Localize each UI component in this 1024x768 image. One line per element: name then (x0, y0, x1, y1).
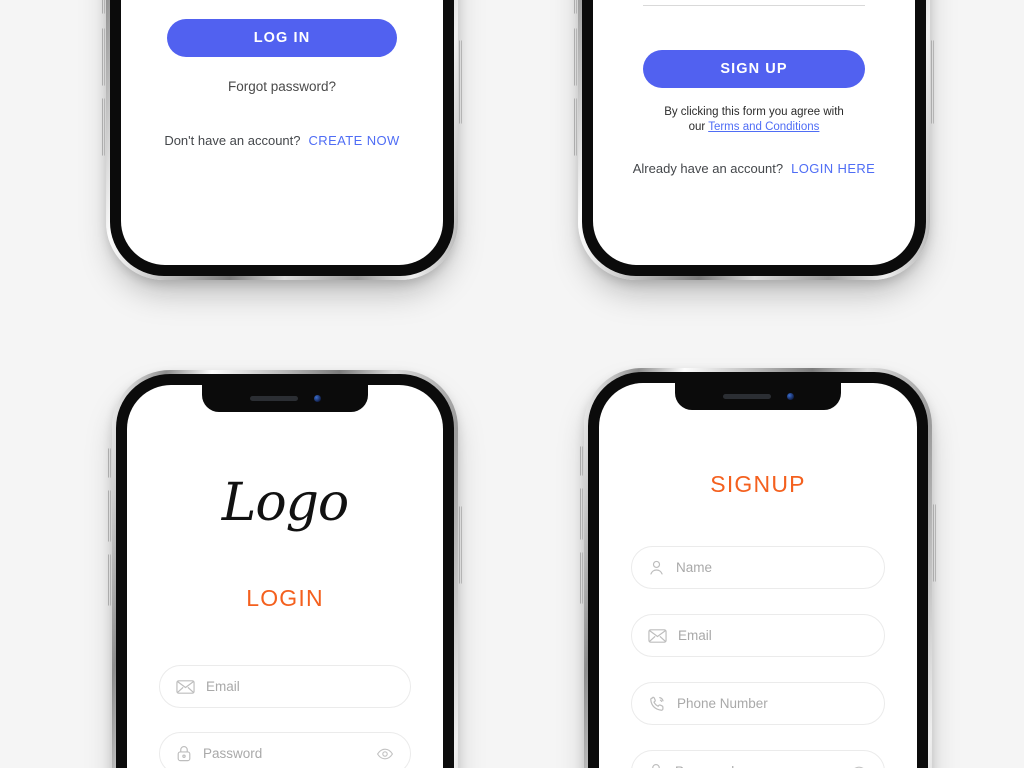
speaker-grille-icon (722, 394, 771, 399)
phone-notch (675, 383, 841, 410)
create-account-prompt: Don't have an account? CREATE NOW (153, 133, 411, 148)
signup-bottom-content: Password SIGN UP By clicking this form y… (593, 0, 915, 265)
phone-bottom-right-signup: SIGNUP Name Email Phone Number (580, 368, 936, 768)
email-placeholder: Email (678, 628, 712, 643)
password-placeholder: Password (203, 746, 263, 761)
forgot-password-link[interactable]: Forgot password? (153, 79, 411, 94)
login-prompt-question: Already have an account? (632, 161, 784, 177)
eye-icon[interactable] (376, 748, 394, 760)
phone-field[interactable]: Phone Number (631, 682, 885, 725)
front-camera-icon (786, 393, 794, 400)
envelope-icon (176, 679, 195, 694)
phone-top-right-signup: Password SIGN UP By clicking this form y… (574, 0, 934, 280)
login-bottom-content: LOG IN Forgot password? Don't have an ac… (121, 0, 443, 265)
phone-bezel: SIGNUP Name Email Phone Number (588, 372, 928, 768)
email-placeholder: Email (206, 679, 240, 694)
login-top-content: Logo LOGIN Email Password (127, 385, 443, 768)
phone-bottom-left-login: Logo LOGIN Email Password (108, 370, 462, 768)
lock-icon (648, 763, 664, 768)
phone-bezel: Logo LOGIN Email Password (116, 374, 454, 768)
terms-notice: By clicking this form you agree with our… (625, 105, 883, 135)
speaker-grille-icon (249, 396, 298, 401)
phone-bezel: Password SIGN UP By clicking this form y… (582, 0, 926, 276)
envelope-icon (648, 628, 667, 643)
phone-screen: SIGNUP Name Email Phone Number (599, 383, 917, 768)
terms-and-conditions-link[interactable]: Terms and Conditions (708, 121, 819, 133)
terms-line-2: our Terms and Conditions (625, 120, 883, 135)
signup-top-content: SIGNUP Name Email Phone Number (599, 383, 917, 768)
create-account-question: Don't have an account? (164, 133, 301, 148)
person-icon (648, 559, 665, 576)
signup-form: Name Email Phone Number (631, 546, 885, 768)
terms-line-1: By clicking this form you agree with (664, 106, 844, 118)
password-placeholder: Password (675, 764, 734, 768)
login-form: Email Password (159, 665, 411, 768)
login-title: LOGIN (246, 585, 324, 611)
log-in-button[interactable]: LOG IN (167, 19, 397, 57)
phone-screen: Password SIGN UP By clicking this form y… (593, 0, 915, 265)
phone-screen: Logo LOGIN Email Password (127, 385, 443, 768)
phone-notch (202, 385, 368, 412)
login-here-link[interactable]: LOGIN HERE (791, 161, 875, 176)
phone-bezel: LOG IN Forgot password? Don't have an ac… (110, 0, 454, 276)
phone-icon (648, 695, 666, 713)
phone-screen: LOG IN Forgot password? Don't have an ac… (121, 0, 443, 265)
terms-prefix: our (688, 121, 709, 134)
phone-placeholder: Phone Number (677, 696, 768, 711)
password-field[interactable]: Password (159, 732, 411, 768)
create-now-link[interactable]: CREATE NOW (309, 133, 400, 148)
password-field[interactable]: Password (631, 750, 885, 768)
password-field[interactable]: Password (643, 0, 865, 6)
email-field[interactable]: Email (631, 614, 885, 657)
front-camera-icon (313, 395, 321, 402)
login-prompt: Already have an account? LOGIN HERE (625, 161, 883, 176)
name-placeholder: Name (676, 560, 713, 575)
app-logo: Logo (221, 473, 349, 533)
name-field[interactable]: Name (631, 546, 885, 589)
email-field[interactable]: Email (159, 665, 411, 708)
phone-top-left-login: LOG IN Forgot password? Don't have an ac… (102, 0, 462, 280)
lock-icon (176, 745, 192, 762)
mockup-canvas: LOG IN Forgot password? Don't have an ac… (0, 0, 1024, 768)
sign-up-button[interactable]: SIGN UP (643, 50, 865, 88)
signup-title: SIGNUP (710, 471, 806, 497)
